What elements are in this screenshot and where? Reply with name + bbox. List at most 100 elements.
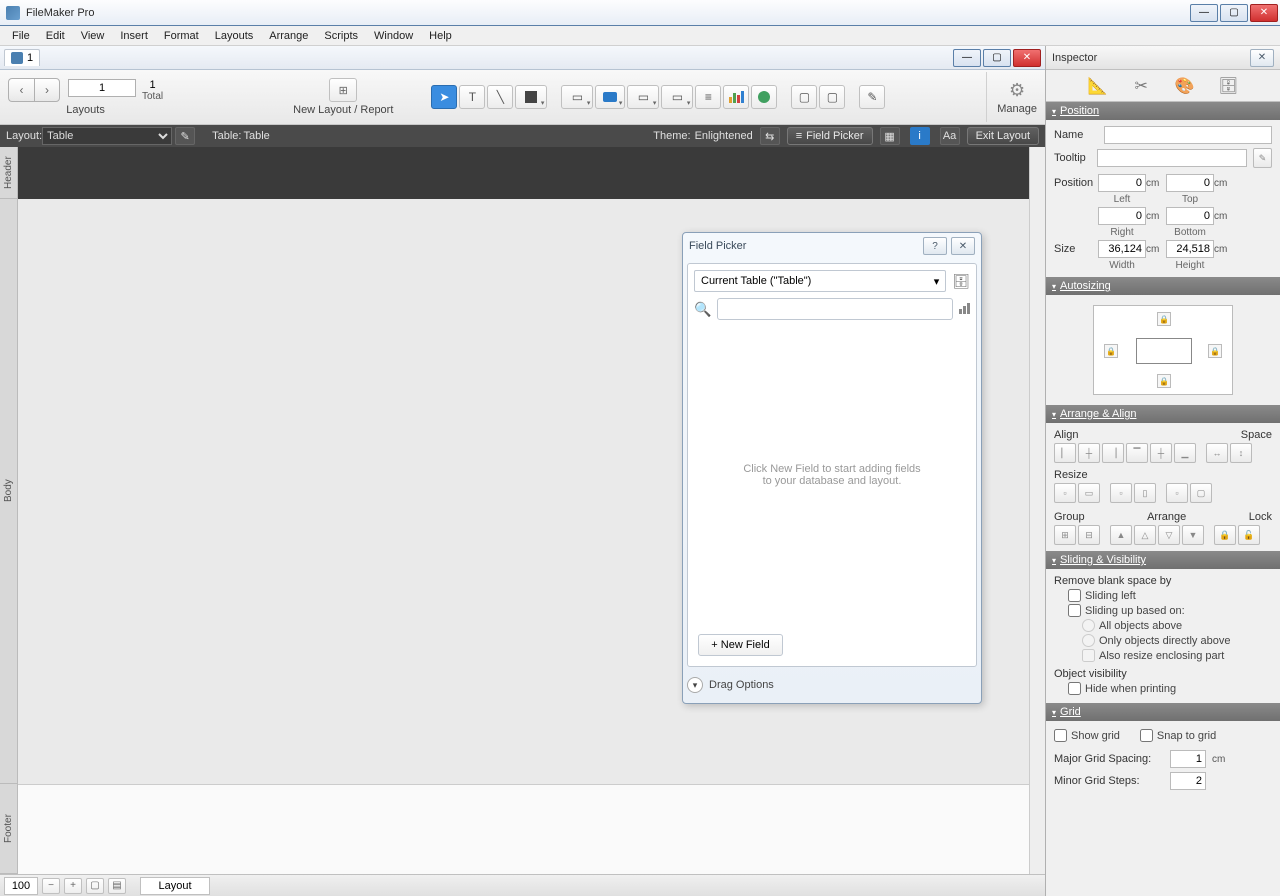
resize-largest-h[interactable]: ▯ xyxy=(1134,483,1156,503)
layout-number-input[interactable] xyxy=(68,79,136,97)
portal-tool[interactable]: ▭ xyxy=(661,85,693,109)
exit-layout-button[interactable]: Exit Layout xyxy=(967,127,1039,145)
minor-steps-input[interactable] xyxy=(1170,772,1206,790)
doc-close-button[interactable]: ✕ xyxy=(1013,49,1041,67)
tooltip-edit-icon[interactable]: ✎ xyxy=(1253,148,1272,168)
resize-largest[interactable]: ▢ xyxy=(1190,483,1212,503)
left-input[interactable] xyxy=(1098,174,1146,192)
webview-tool[interactable] xyxy=(751,85,777,109)
resize-smallest[interactable]: ▫ xyxy=(1166,483,1188,503)
align-top-button[interactable]: ▔ xyxy=(1126,443,1148,463)
section-grid-header[interactable]: Grid xyxy=(1046,703,1280,721)
footer-part-label[interactable]: Footer xyxy=(0,784,17,874)
format-painter-tool[interactable]: ✎ xyxy=(859,85,885,109)
zoom-value[interactable]: 100 xyxy=(4,877,38,895)
menu-insert[interactable]: Insert xyxy=(112,28,156,44)
sliding-up-checkbox[interactable] xyxy=(1068,604,1081,617)
line-tool[interactable]: ╲ xyxy=(487,85,513,109)
inspector-tab-data[interactable]: 🗄 xyxy=(1216,74,1240,98)
anchor-left[interactable]: 🔒 xyxy=(1104,344,1118,358)
layout-select[interactable]: Table xyxy=(42,127,172,145)
inspector-tab-appearance[interactable]: ✂ xyxy=(1129,74,1153,98)
align-left-button[interactable]: ▏ xyxy=(1054,443,1076,463)
zoom-out-icon[interactable]: − xyxy=(42,878,60,894)
bring-front-button[interactable]: ▲ xyxy=(1110,525,1132,545)
view-single-icon[interactable]: ▢ xyxy=(86,878,104,894)
text-tool[interactable]: T xyxy=(459,85,485,109)
resize-smallest-w[interactable]: ▫ xyxy=(1054,483,1076,503)
space-h-button[interactable]: ↔ xyxy=(1206,443,1228,463)
bottom-input[interactable] xyxy=(1166,207,1214,225)
menu-edit[interactable]: Edit xyxy=(38,28,73,44)
shape-tool[interactable] xyxy=(515,85,547,109)
menu-scripts[interactable]: Scripts xyxy=(316,28,366,44)
manage-db-icon[interactable]: 🗄 xyxy=(952,273,970,290)
menu-view[interactable]: View xyxy=(73,28,113,44)
view-list-icon[interactable]: ▤ xyxy=(108,878,126,894)
field-tool[interactable]: ▭ xyxy=(561,85,593,109)
edit-layout-icon[interactable]: ✎ xyxy=(175,127,195,145)
menu-help[interactable]: Help xyxy=(421,28,460,44)
ungroup-button[interactable]: ⊟ xyxy=(1078,525,1100,545)
minimize-button[interactable]: — xyxy=(1190,4,1218,22)
tab-control-tool[interactable]: ▭ xyxy=(627,85,659,109)
menu-format[interactable]: Format xyxy=(156,28,207,44)
inspector-tab-position[interactable]: 📐 xyxy=(1086,74,1110,98)
doc-maximize-button[interactable]: ▢ xyxy=(983,49,1011,67)
align-center-h-button[interactable]: ┼ xyxy=(1078,443,1100,463)
body-part-label[interactable]: Body xyxy=(0,199,17,784)
all-above-radio[interactable] xyxy=(1082,619,1095,632)
field-picker-help-button[interactable]: ? xyxy=(923,237,947,255)
maximize-button[interactable]: ▢ xyxy=(1220,4,1248,22)
snap-grid-checkbox[interactable] xyxy=(1140,729,1153,742)
close-button[interactable]: ✕ xyxy=(1250,4,1278,22)
selection-tool[interactable]: ➤ xyxy=(431,85,457,109)
theme-switch-icon[interactable]: ⇆ xyxy=(760,127,780,145)
anchor-right[interactable]: 🔒 xyxy=(1208,344,1222,358)
also-resize-checkbox[interactable] xyxy=(1082,649,1095,662)
new-field-button[interactable]: + New Field xyxy=(698,634,783,656)
section-sliding-header[interactable]: Sliding & Visibility xyxy=(1046,551,1280,569)
part-tool[interactable]: ≡ xyxy=(695,85,721,109)
width-input[interactable] xyxy=(1098,240,1146,258)
footer-part[interactable] xyxy=(18,784,1029,874)
chart-tool[interactable] xyxy=(723,85,749,109)
field-picker-close-button[interactable]: ✕ xyxy=(951,237,975,255)
tooltip-input[interactable] xyxy=(1097,149,1247,167)
menu-window[interactable]: Window xyxy=(366,28,421,44)
header-part-label[interactable]: Header xyxy=(0,147,17,199)
info-icon[interactable]: i xyxy=(910,127,930,145)
right-input[interactable] xyxy=(1098,207,1146,225)
section-autosizing-header[interactable]: Autosizing xyxy=(1046,277,1280,295)
group-button[interactable]: ⊞ xyxy=(1054,525,1076,545)
only-above-radio[interactable] xyxy=(1082,634,1095,647)
unlock-button[interactable]: 🔓 xyxy=(1238,525,1260,545)
sliding-left-checkbox[interactable] xyxy=(1068,589,1081,602)
show-grid-checkbox[interactable] xyxy=(1054,729,1067,742)
field-control-tool[interactable]: ▢ xyxy=(791,85,817,109)
send-backward-button[interactable]: ▽ xyxy=(1158,525,1180,545)
new-layout-button[interactable]: ⊞ xyxy=(329,78,357,102)
field-picker-button[interactable]: ≡Field Picker xyxy=(787,127,873,145)
space-v-button[interactable]: ↕ xyxy=(1230,443,1252,463)
sort-icon[interactable] xyxy=(959,302,970,317)
button-tool[interactable] xyxy=(595,85,625,109)
doc-minimize-button[interactable]: — xyxy=(953,49,981,67)
menu-file[interactable]: File xyxy=(4,28,38,44)
name-input[interactable] xyxy=(1104,126,1272,144)
align-bottom-button[interactable]: ▁ xyxy=(1174,443,1196,463)
toggle-panel-icon[interactable]: ▦ xyxy=(880,127,900,145)
header-part[interactable] xyxy=(18,147,1029,199)
send-back-button[interactable]: ▼ xyxy=(1182,525,1204,545)
lock-button[interactable]: 🔒 xyxy=(1214,525,1236,545)
menu-arrange[interactable]: Arrange xyxy=(261,28,316,44)
bring-forward-button[interactable]: △ xyxy=(1134,525,1156,545)
section-arrange-header[interactable]: Arrange & Align xyxy=(1046,405,1280,423)
zoom-in-icon[interactable]: + xyxy=(64,878,82,894)
anchor-top[interactable]: 🔒 xyxy=(1157,312,1171,326)
text-style-icon[interactable]: Aa xyxy=(940,127,960,145)
prev-layout-button[interactable]: ‹ xyxy=(8,78,34,102)
height-input[interactable] xyxy=(1166,240,1214,258)
top-input[interactable] xyxy=(1166,174,1214,192)
inspector-tab-styles[interactable]: 🎨 xyxy=(1173,74,1197,98)
